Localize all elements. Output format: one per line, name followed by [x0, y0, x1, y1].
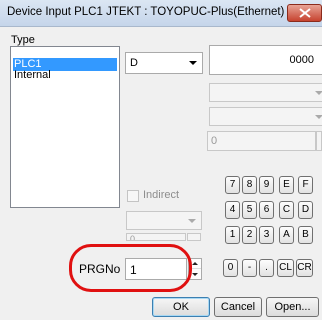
close-icon — [299, 8, 311, 18]
type-label: Type — [11, 34, 35, 46]
type-item-internal[interactable]: Internal — [13, 69, 117, 82]
chevron-up-icon — [192, 261, 198, 265]
close-button[interactable] — [287, 4, 322, 22]
sub-value-spinner[interactable] — [316, 131, 322, 151]
key-minus[interactable]: - — [242, 259, 257, 277]
key-b[interactable]: B — [298, 226, 313, 244]
key-a[interactable]: A — [279, 226, 294, 244]
device-select[interactable]: D — [125, 52, 203, 74]
key-9[interactable]: 9 — [259, 176, 274, 194]
chevron-down-icon — [315, 114, 322, 119]
chevron-down-icon — [189, 61, 197, 65]
key-clear[interactable]: CL — [277, 259, 294, 277]
key-c[interactable]: C — [279, 201, 294, 219]
key-5[interactable]: 5 — [242, 201, 257, 219]
indirect-spinner[interactable] — [187, 233, 201, 241]
key-cr[interactable]: CR — [296, 259, 313, 277]
sub-select-2[interactable] — [209, 107, 322, 126]
sub-value: 0 — [211, 135, 218, 147]
indirect-value: 0 — [130, 234, 136, 241]
key-e[interactable]: E — [279, 176, 294, 194]
key-f[interactable]: F — [298, 176, 313, 194]
highlight-ring — [69, 244, 192, 292]
cancel-button[interactable]: Cancel — [214, 297, 262, 317]
open-button[interactable]: Open... — [266, 297, 319, 317]
indirect-value-input[interactable]: 0 — [126, 233, 186, 241]
key-4[interactable]: 4 — [225, 201, 240, 219]
key-3[interactable]: 3 — [259, 226, 274, 244]
key-6[interactable]: 6 — [259, 201, 274, 219]
key-2[interactable]: 2 — [242, 226, 257, 244]
key-0[interactable]: 0 — [223, 259, 238, 277]
indirect-label: Indirect — [143, 189, 180, 201]
indirect-select[interactable] — [126, 211, 202, 230]
address-value: 0000 — [289, 54, 314, 66]
key-7[interactable]: 7 — [225, 176, 240, 194]
sub-value-input[interactable]: 0 — [207, 131, 316, 151]
window-title: Device Input PLC1 JTEKT : TOYOPUC-Plus(E… — [7, 6, 285, 18]
chevron-down-icon — [315, 90, 322, 95]
device-select-value: D — [130, 57, 138, 69]
key-dot[interactable]: . — [259, 259, 274, 277]
sub-select-1[interactable] — [209, 83, 322, 102]
key-d[interactable]: D — [298, 201, 313, 219]
chevron-down-icon — [188, 218, 196, 223]
type-list[interactable]: PLC1 Internal — [10, 46, 120, 208]
key-8[interactable]: 8 — [242, 176, 257, 194]
key-1[interactable]: 1 — [225, 226, 240, 244]
chevron-down-icon — [192, 273, 198, 276]
indirect-checkbox[interactable] — [127, 190, 139, 202]
ok-button[interactable]: OK — [152, 297, 210, 317]
address-input[interactable]: 0000 — [209, 45, 322, 75]
